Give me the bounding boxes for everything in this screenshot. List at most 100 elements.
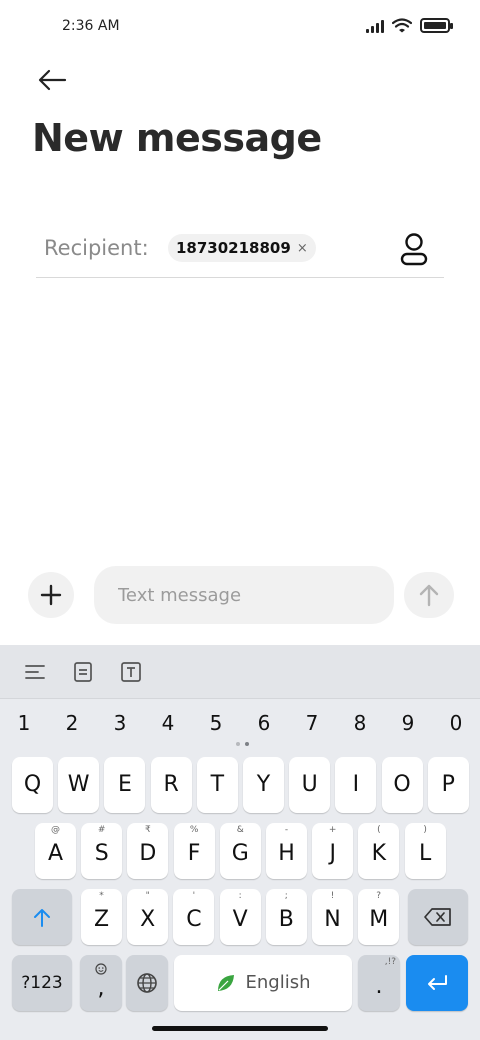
key-e[interactable]: E	[104, 757, 146, 813]
enter-key[interactable]	[406, 955, 468, 1011]
number-key[interactable]: 4	[148, 705, 188, 741]
key-label: Y	[256, 772, 271, 797]
key-symbol: '	[192, 891, 196, 901]
number-key[interactable]: 9	[388, 705, 428, 741]
number-key[interactable]: 1	[4, 705, 44, 741]
recipient-label: Recipient:	[44, 236, 149, 260]
menu-lines-icon[interactable]	[22, 659, 48, 685]
key-k[interactable]: (K	[358, 823, 400, 879]
recipient-field[interactable]: Recipient: 18730218809 ×	[36, 226, 444, 278]
key-i[interactable]: I	[335, 757, 377, 813]
key-u[interactable]: U	[289, 757, 331, 813]
number-key[interactable]: 0	[436, 705, 476, 741]
number-key[interactable]: 7	[292, 705, 332, 741]
remove-recipient-button[interactable]: ×	[297, 241, 308, 256]
emoji-comma-key[interactable]: ,	[80, 955, 122, 1011]
key-symbol: )	[423, 825, 427, 835]
shift-key[interactable]	[12, 889, 72, 945]
wifi-icon	[392, 18, 412, 33]
key-a[interactable]: @ A	[35, 823, 76, 879]
signal-icon	[366, 19, 384, 33]
space-key[interactable]: English	[174, 955, 352, 1011]
key-label: B	[278, 907, 294, 932]
number-key[interactable]: 2	[52, 705, 92, 741]
comma-label: ,	[97, 976, 105, 1001]
battery-icon	[420, 18, 453, 33]
key-label: Z	[93, 907, 110, 932]
key-g[interactable]: & G	[219, 823, 261, 879]
key-x[interactable]: " X	[127, 889, 169, 945]
key-o[interactable]: O	[381, 757, 423, 813]
key-t[interactable]: T	[196, 757, 238, 813]
contact-person-icon	[400, 233, 428, 266]
key-s[interactable]: # S	[81, 823, 123, 879]
keyboard-toolbar	[0, 645, 480, 699]
status-bar: 2:36 AM	[0, 0, 480, 52]
key-label: N	[324, 907, 341, 932]
key-symbol: *	[99, 891, 104, 901]
period-key[interactable]: ,!? .	[358, 955, 400, 1011]
message-input[interactable]	[94, 566, 394, 624]
globe-key[interactable]	[126, 955, 168, 1011]
home-indicator	[152, 1026, 328, 1031]
key-label: R	[163, 772, 179, 797]
page-title: New message	[32, 116, 322, 160]
send-button[interactable]	[404, 572, 454, 618]
key-label: X	[140, 907, 156, 932]
number-key[interactable]: 3	[100, 705, 140, 741]
key-symbol: -	[284, 825, 289, 835]
key-n[interactable]: ! N	[312, 889, 353, 945]
number-key[interactable]: 8	[340, 705, 380, 741]
key-label: H	[278, 841, 295, 866]
key-c[interactable]: ' C	[173, 889, 215, 945]
page-indicator	[236, 742, 249, 746]
key-label: Q	[23, 772, 42, 797]
key-label: W	[67, 772, 90, 797]
backspace-key[interactable]	[408, 889, 468, 945]
key-v[interactable]: :V	[219, 889, 261, 945]
attach-button[interactable]	[28, 572, 74, 618]
key-label: L	[418, 841, 432, 866]
key-z[interactable]: * Z	[81, 889, 122, 945]
key-label: O	[393, 772, 411, 797]
recipient-chip[interactable]: 18730218809 ×	[168, 234, 316, 262]
symbols-key[interactable]: ?123	[12, 955, 72, 1011]
arrow-left-icon	[38, 69, 67, 91]
plus-icon	[40, 584, 62, 606]
key-label: E	[117, 772, 132, 797]
clipboard-icon[interactable]	[70, 659, 96, 685]
key-p[interactable]: P	[427, 757, 469, 813]
key-r[interactable]: R	[150, 757, 192, 813]
arrow-up-icon	[419, 584, 439, 607]
key-q[interactable]: Q	[12, 757, 53, 813]
key-label: F	[187, 841, 201, 866]
key-symbol: %	[189, 825, 199, 835]
shift-arrow-icon	[34, 909, 50, 927]
key-w[interactable]: W	[58, 757, 100, 813]
key-label: A	[47, 841, 64, 866]
number-key[interactable]: 6	[244, 705, 284, 741]
key-j[interactable]: + J	[312, 823, 354, 879]
key-f[interactable]: % F	[173, 823, 215, 879]
contact-picker-button[interactable]	[398, 232, 430, 266]
back-button[interactable]	[32, 62, 72, 98]
key-l[interactable]: ) L	[404, 823, 446, 879]
key-symbol: "	[145, 891, 150, 901]
enter-arrow-icon	[428, 975, 447, 990]
key-m[interactable]: ? M	[358, 889, 400, 945]
text-format-icon[interactable]	[118, 659, 144, 685]
key-label: J	[329, 841, 336, 866]
key-y[interactable]: Y	[243, 757, 284, 813]
space-label: English	[245, 972, 311, 993]
key-label: V	[232, 907, 248, 932]
emoji-icon	[95, 963, 107, 975]
key-symbol: ₹	[145, 825, 151, 835]
key-b[interactable]: ; B	[265, 889, 307, 945]
key-label: C	[186, 907, 202, 932]
key-d[interactable]: ₹ D	[127, 823, 169, 879]
number-row: 1234567890	[0, 705, 480, 741]
key-label: G	[231, 841, 249, 866]
key-h[interactable]: -H	[266, 823, 307, 879]
status-icons	[366, 18, 453, 33]
number-key[interactable]: 5	[196, 705, 236, 741]
